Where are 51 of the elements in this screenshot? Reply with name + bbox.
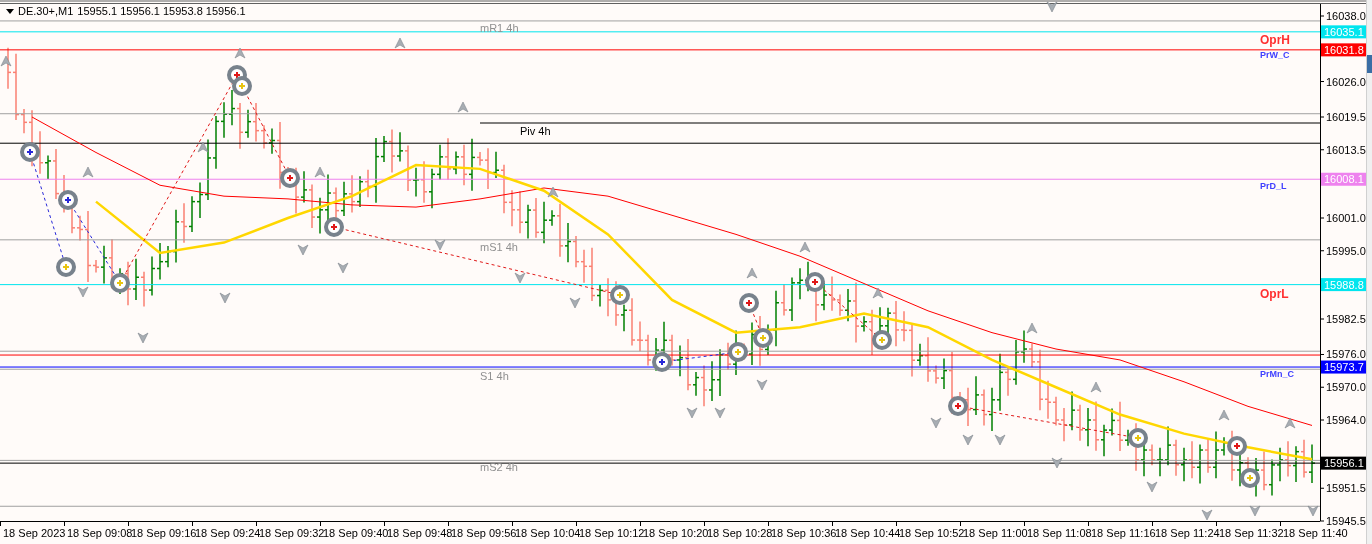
time-axis-label: 18 Sep 09:08 bbox=[67, 527, 133, 539]
time-axis-label: 18 Sep 11:32 bbox=[1219, 527, 1284, 539]
level-label: S1 4h bbox=[480, 370, 509, 383]
price-axis-label: 15976.0 bbox=[1326, 348, 1366, 361]
time-axis-label: 18 Sep 2023 bbox=[3, 527, 66, 539]
level-label: PrD_L bbox=[1260, 181, 1287, 191]
level-label: PrW_C bbox=[1260, 50, 1290, 60]
time-axis-label: 18 Sep 09:40 bbox=[323, 527, 389, 539]
time-axis-label: 18 Sep 10:28 bbox=[707, 527, 773, 539]
level-label: mS1 4h bbox=[480, 240, 518, 253]
time-axis-label: 18 Sep 10:12 bbox=[579, 527, 645, 539]
time-axis-label: 18 Sep 10:04 bbox=[515, 527, 581, 539]
level-label: Piv 4h bbox=[520, 125, 551, 137]
level-label: OprH bbox=[1260, 33, 1290, 47]
level-label: OprL bbox=[1260, 287, 1289, 301]
price-tag: 15988.8 bbox=[1321, 278, 1366, 292]
level-label: mS2 4h bbox=[480, 461, 518, 474]
price-tag: 15956.1 bbox=[1321, 456, 1366, 470]
time-axis-label: 18 Sep 09:56 bbox=[451, 527, 517, 539]
price-tag: 15973.7 bbox=[1321, 360, 1366, 374]
price-tag: 16008.1 bbox=[1321, 172, 1366, 186]
price-axis-label: 15995.0 bbox=[1326, 244, 1366, 257]
time-axis-label: 18 Sep 10:20 bbox=[643, 527, 709, 539]
time-axis-label: 18 Sep 10:44 bbox=[835, 527, 901, 539]
time-axis-label: 18 Sep 11:16 bbox=[1091, 527, 1156, 539]
time-axis-label: 18 Sep 09:48 bbox=[387, 527, 453, 539]
ohlc-values: 15955.1 15956.1 15953.8 15956.1 bbox=[77, 5, 246, 18]
price-axis-label: 15964.0 bbox=[1326, 414, 1366, 426]
time-axis-label: 18 Sep 10:36 bbox=[771, 527, 837, 539]
time-axis-label: 18 Sep 11:00 bbox=[963, 527, 1028, 539]
price-tag: 16031.8 bbox=[1321, 43, 1366, 57]
price-axis-label: 15982.5 bbox=[1326, 313, 1366, 325]
time-axis-label: 18 Sep 10:52 bbox=[899, 527, 965, 539]
price-axis-label: 16038.0 bbox=[1326, 10, 1366, 22]
time-axis-label: 18 Sep 09:16 bbox=[131, 527, 197, 539]
level-label: mR1 4h bbox=[480, 21, 519, 34]
symbol-label: DE.30+,M1 bbox=[18, 5, 74, 18]
level-label: PrMn_C bbox=[1260, 369, 1294, 379]
price-axis-label: 16019.5 bbox=[1326, 111, 1366, 123]
time-axis-label: 18 Sep 11:24 bbox=[1155, 527, 1220, 539]
price-axis-label: 16001.0 bbox=[1326, 212, 1366, 224]
time-axis-label: 18 Sep 11:08 bbox=[1027, 527, 1092, 539]
price-axis-label: 16013.5 bbox=[1326, 143, 1366, 156]
price-tag: 16035.1 bbox=[1321, 25, 1366, 39]
time-axis-label: 18 Sep 11:40 bbox=[1283, 527, 1348, 539]
time-axis-label: 18 Sep 09:32 bbox=[259, 527, 325, 539]
price-axis-label: 15945.5 bbox=[1326, 515, 1366, 527]
time-axis-label: 18 Sep 09:24 bbox=[195, 527, 261, 539]
price-axis-label: 15951.5 bbox=[1326, 482, 1366, 495]
price-axis-label: 15970.0 bbox=[1326, 381, 1366, 394]
price-axis-label: 16026.0 bbox=[1326, 75, 1366, 88]
